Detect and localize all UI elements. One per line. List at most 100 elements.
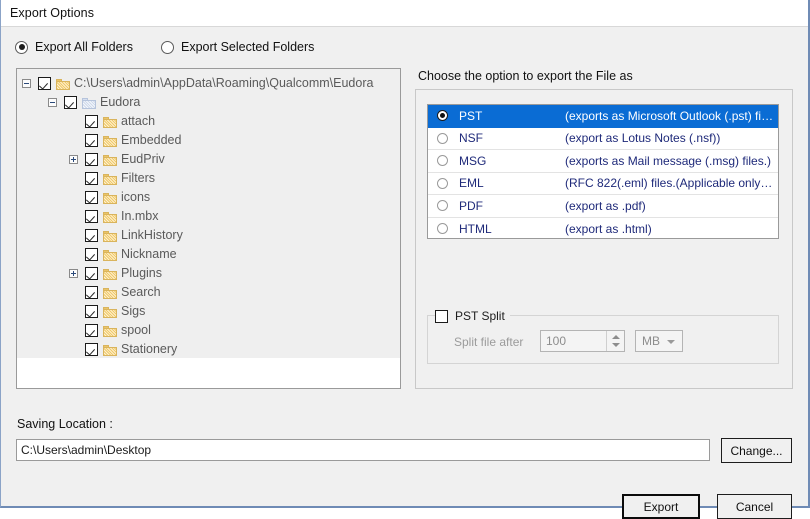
tree-row-label: Embedded	[121, 133, 182, 147]
checkbox-icon[interactable]	[85, 153, 98, 166]
format-option-msg[interactable]: MSG (exports as Mail message (.msg) files…	[428, 150, 778, 173]
chevron-down-icon	[667, 340, 675, 344]
checkbox-icon[interactable]	[38, 77, 51, 90]
tree-row[interactable]: spool	[17, 321, 400, 340]
expand-node-icon[interactable]	[69, 269, 78, 278]
stepper-buttons[interactable]	[606, 331, 624, 351]
radio-export-selected-folders-label: Export Selected Folders	[181, 40, 315, 54]
tree-row-label: spool	[121, 323, 151, 337]
tree-row[interactable]: Nickname	[17, 245, 400, 264]
tree-row[interactable]: Embedded	[17, 131, 400, 150]
radio-indicator-icon[interactable]	[437, 177, 448, 189]
tree-row[interactable]: EudPriv	[17, 150, 400, 169]
checkbox-icon[interactable]	[85, 324, 98, 337]
stepper-down-icon[interactable]	[612, 343, 620, 347]
format-option-eml[interactable]: EML (RFC 822(.eml) files.(Applicable only…	[428, 173, 778, 195]
checkbox-icon[interactable]	[64, 96, 77, 109]
checkbox-icon[interactable]	[85, 210, 98, 223]
collapse-node-icon[interactable]	[22, 79, 31, 88]
checkbox-icon[interactable]	[85, 115, 98, 128]
export-format-heading: Choose the option to export the File as	[418, 69, 633, 83]
checkbox-icon[interactable]	[85, 343, 98, 356]
change-location-button[interactable]: Change...	[721, 438, 792, 463]
saving-location-label: Saving Location :	[17, 417, 113, 431]
saving-location-input[interactable]: C:\Users\admin\Desktop	[16, 439, 710, 461]
checkbox-icon[interactable]	[85, 286, 98, 299]
folder-icon	[103, 307, 117, 318]
dialog-client-area: Export All Folders Export Selected Folde…	[1, 27, 808, 519]
expand-node-icon[interactable]	[69, 155, 78, 164]
format-option-description: (RFC 822(.eml) files.(Applicable only fo…	[565, 176, 778, 191]
folder-icon	[103, 117, 117, 128]
collapse-node-icon[interactable]	[48, 98, 57, 107]
split-unit-select[interactable]: MB	[635, 330, 683, 352]
split-size-stepper[interactable]: 100	[540, 330, 625, 352]
tree-row[interactable]: Sigs	[17, 302, 400, 321]
tree-row[interactable]: icons	[17, 188, 400, 207]
tree-row-label: Plugins	[121, 266, 162, 280]
radio-export-all-folders[interactable]: Export All Folders	[15, 37, 133, 57]
radio-export-selected-folders[interactable]: Export Selected Folders	[161, 37, 314, 57]
tree-row-label: LinkHistory	[121, 228, 183, 242]
format-option-description: (export as Lotus Notes (.nsf))	[565, 131, 721, 146]
checkbox-icon[interactable]	[85, 248, 98, 261]
export-button[interactable]: Export	[622, 494, 700, 519]
checkbox-icon[interactable]	[85, 229, 98, 242]
saving-location-value: C:\Users\admin\Desktop	[21, 443, 152, 457]
checkbox-icon[interactable]	[85, 267, 98, 280]
cancel-button[interactable]: Cancel	[717, 494, 792, 519]
format-option-html[interactable]: HTML (export as .html)	[428, 218, 778, 239]
folder-icon	[103, 193, 117, 204]
format-option-pdf[interactable]: PDF (export as .pdf)	[428, 195, 778, 218]
tree-row[interactable]: Filters	[17, 169, 400, 188]
export-scope-radio-group: Export All Folders Export Selected Folde…	[1, 37, 808, 59]
folder-icon	[103, 269, 117, 280]
folder-tree-panel[interactable]: C:\Users\admin\AppData\Roaming\Qualcomm\…	[16, 68, 401, 389]
tree-row[interactable]: LinkHistory	[17, 226, 400, 245]
format-option-pst[interactable]: PST (exports as Microsoft Outlook (.pst) …	[428, 105, 778, 128]
folder-icon	[103, 231, 117, 242]
tree-row-label: Stationery	[121, 342, 178, 356]
format-option-description: (export as .html)	[565, 221, 652, 236]
tree-row-label: In.mbx	[121, 209, 159, 223]
export-format-list[interactable]: PST (exports as Microsoft Outlook (.pst) …	[427, 104, 779, 239]
folder-icon	[103, 155, 117, 166]
pst-split-group: PST Split Split file after 100 MB	[427, 307, 779, 364]
format-option-description: (exports as Mail message (.msg) files.)	[565, 153, 772, 168]
folder-icon	[103, 174, 117, 185]
folder-icon	[103, 326, 117, 337]
tree-row[interactable]: Search	[17, 283, 400, 302]
radio-indicator-icon[interactable]	[437, 155, 448, 167]
tree-row-label: Nickname	[121, 247, 177, 261]
checkbox-icon[interactable]	[85, 305, 98, 318]
radio-indicator-icon	[15, 40, 28, 54]
window-title: Export Options	[10, 6, 95, 20]
checkbox-icon[interactable]	[85, 134, 98, 147]
checkbox-icon[interactable]	[85, 191, 98, 204]
tree-row-label: icons	[121, 190, 151, 204]
tree-row[interactable]: C:\Users\admin\AppData\Roaming\Qualcomm\…	[17, 74, 400, 93]
tree-row[interactable]: Eudora	[17, 93, 400, 112]
radio-indicator-icon[interactable]	[437, 223, 448, 235]
format-option-description: (export as .pdf)	[565, 198, 646, 213]
format-option-name: HTML	[459, 221, 492, 236]
radio-indicator-icon[interactable]	[437, 200, 448, 212]
tree-row[interactable]: attach	[17, 112, 400, 131]
format-option-nsf[interactable]: NSF (export as Lotus Notes (.nsf))	[428, 128, 778, 150]
stepper-up-icon[interactable]	[612, 335, 620, 339]
tree-row-label: EudPriv	[121, 152, 165, 166]
checkbox-icon[interactable]	[85, 172, 98, 185]
tree-row[interactable]: Plugins	[17, 264, 400, 283]
radio-indicator-icon[interactable]	[437, 132, 448, 144]
checkbox-icon	[435, 309, 448, 323]
folder-icon	[103, 136, 117, 147]
tree-row[interactable]: Stationery	[17, 340, 400, 359]
folder-icon	[103, 288, 117, 299]
tree-row[interactable]: In.mbx	[17, 207, 400, 226]
pst-split-checkbox[interactable]: PST Split	[435, 307, 510, 325]
folder-tree-list: C:\Users\admin\AppData\Roaming\Qualcomm\…	[17, 69, 400, 358]
export-format-group: PST (exports as Microsoft Outlook (.pst) …	[415, 89, 793, 389]
format-option-name: NSF	[459, 131, 483, 146]
tree-row-label: Eudora	[100, 95, 141, 109]
radio-indicator-icon[interactable]	[437, 110, 448, 122]
